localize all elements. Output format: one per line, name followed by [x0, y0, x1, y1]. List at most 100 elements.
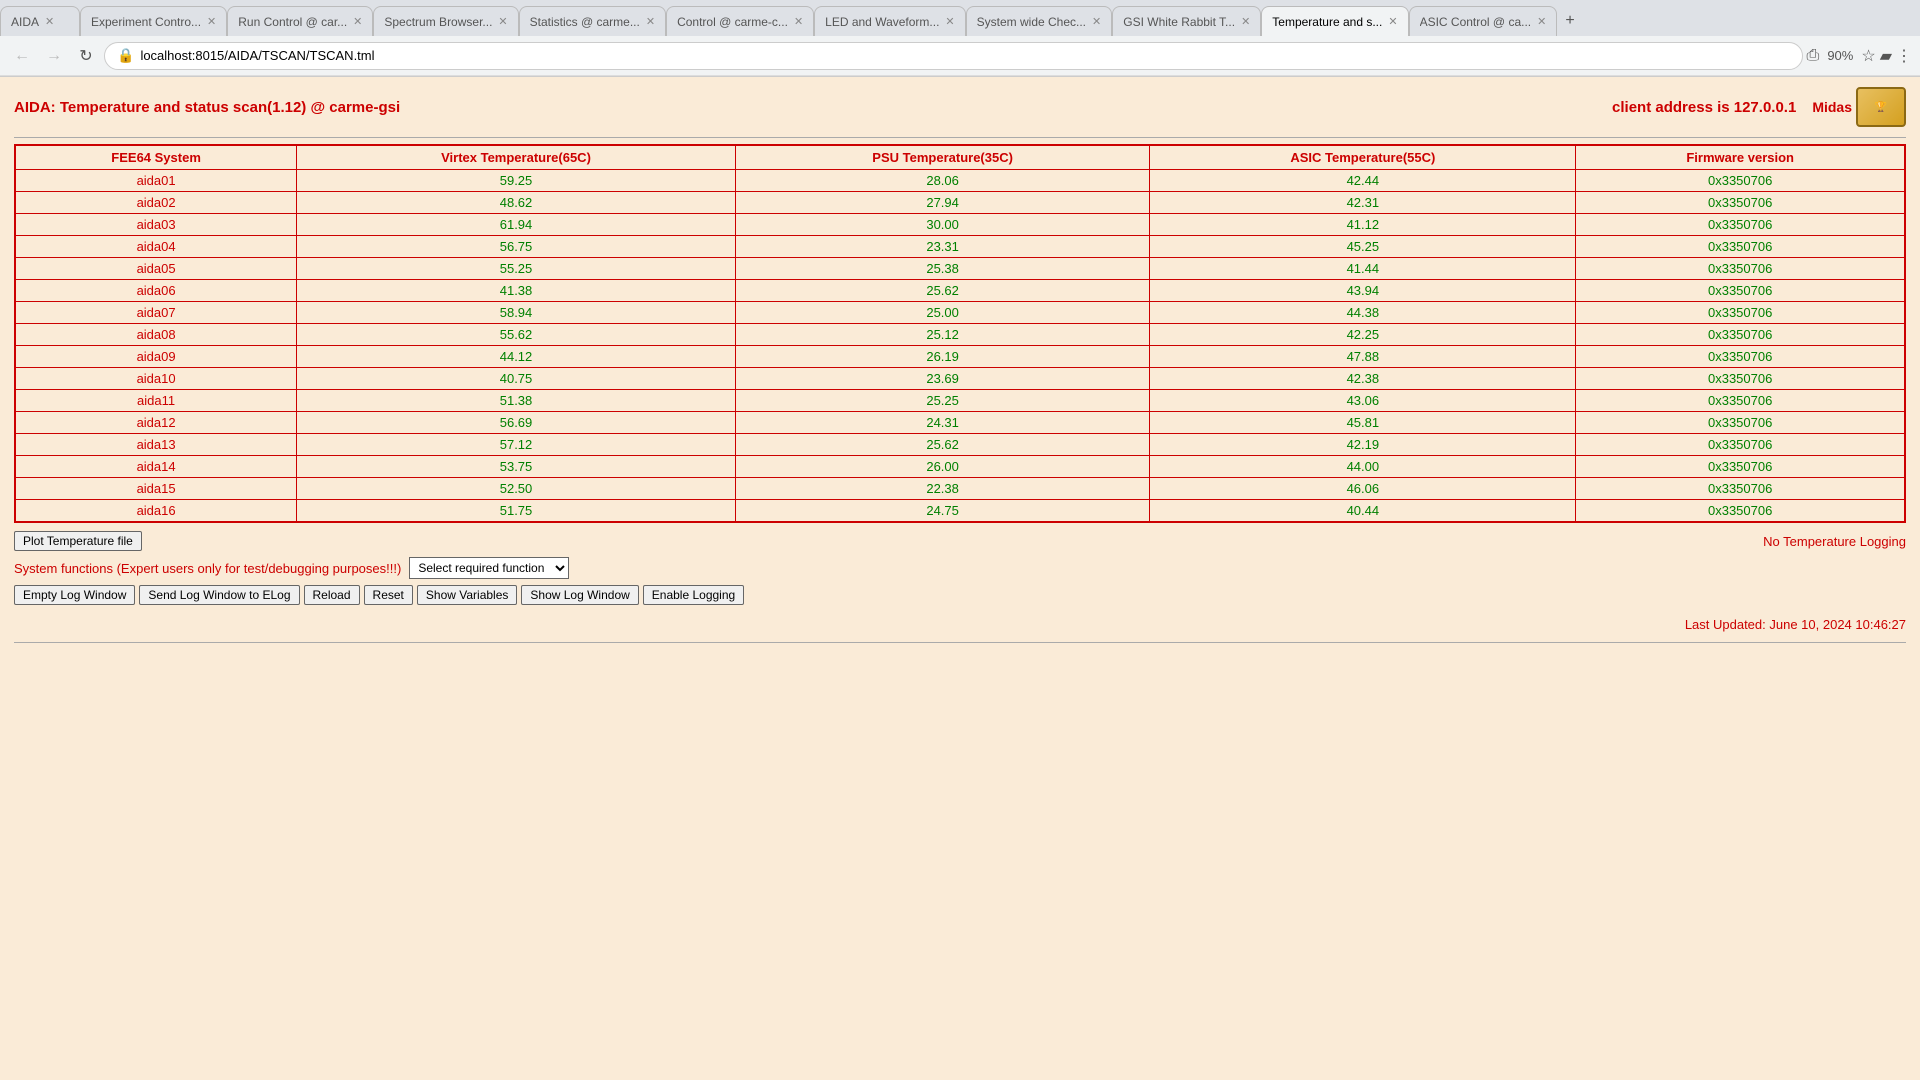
table-row: aida1256.6924.3145.810x3350706 [15, 412, 1905, 434]
table-row: aida0641.3825.6243.940x3350706 [15, 280, 1905, 302]
tab-spectrum-browser[interactable]: Spectrum Browser... ✕ [373, 6, 518, 36]
page-header: AIDA: Temperature and status scan(1.12) … [14, 87, 1906, 127]
back-button[interactable]: ← [8, 42, 36, 70]
cell-virtex: 53.75 [297, 456, 736, 478]
navigation-bar: ← → ↻ 🔒 ⎙ 90% ☆ ▰ ⋮ [0, 36, 1920, 76]
tab-close-icon[interactable]: ✕ [1241, 15, 1250, 28]
col-header-asic: ASIC Temperature(55C) [1150, 145, 1576, 170]
download-icon[interactable]: ⎙ [1807, 47, 1820, 65]
system-functions-row: System functions (Expert users only for … [14, 557, 1906, 579]
zoom-level: 90% [1823, 48, 1857, 63]
cell-psu: 28.06 [735, 170, 1150, 192]
tab-led-waveform[interactable]: LED and Waveform... ✕ [814, 6, 965, 36]
tab-control[interactable]: Control @ carme-c... ✕ [666, 6, 814, 36]
cell-virtex: 57.12 [297, 434, 736, 456]
menu-icon[interactable]: ⋮ [1896, 46, 1912, 66]
cell-asic: 42.38 [1150, 368, 1576, 390]
col-header-firmware: Firmware version [1576, 145, 1905, 170]
cell-asic: 43.94 [1150, 280, 1576, 302]
table-header-row: FEE64 System Virtex Temperature(65C) PSU… [15, 145, 1905, 170]
tab-close-icon[interactable]: ✕ [45, 15, 54, 28]
cell-asic: 43.06 [1150, 390, 1576, 412]
tab-temperature[interactable]: Temperature and s... ✕ [1261, 6, 1408, 36]
tab-close-icon[interactable]: ✕ [498, 15, 507, 28]
cell-system: aida06 [15, 280, 297, 302]
col-header-system: FEE64 System [15, 145, 297, 170]
tab-asic-control[interactable]: ASIC Control @ ca... ✕ [1409, 6, 1558, 36]
table-row: aida0361.9430.0041.120x3350706 [15, 214, 1905, 236]
cell-psu: 22.38 [735, 478, 1150, 500]
address-bar[interactable]: 🔒 [104, 42, 1803, 70]
address-input[interactable] [140, 48, 1789, 63]
table-row: aida0456.7523.3145.250x3350706 [15, 236, 1905, 258]
show-variables-button[interactable]: Show Variables [417, 585, 518, 605]
cell-firmware: 0x3350706 [1576, 324, 1905, 346]
midas-logo-box: 🏆 [1856, 87, 1906, 127]
cell-psu: 25.62 [735, 280, 1150, 302]
cell-asic: 42.25 [1150, 324, 1576, 346]
tab-experiment-control[interactable]: Experiment Contro... ✕ [80, 6, 227, 36]
cell-asic: 42.31 [1150, 192, 1576, 214]
cell-firmware: 0x3350706 [1576, 412, 1905, 434]
tab-close-icon[interactable]: ✕ [945, 15, 954, 28]
empty-log-button[interactable]: Empty Log Window [14, 585, 135, 605]
cell-virtex: 52.50 [297, 478, 736, 500]
table-row: aida1552.5022.3846.060x3350706 [15, 478, 1905, 500]
reload-button[interactable]: ↻ [72, 42, 100, 70]
cell-firmware: 0x3350706 [1576, 456, 1905, 478]
security-icon: 🔒 [117, 47, 134, 64]
page-title: AIDA: Temperature and status scan(1.12) … [14, 99, 400, 116]
plot-temperature-button[interactable]: Plot Temperature file [14, 531, 142, 551]
header-separator [14, 137, 1906, 138]
tab-aida[interactable]: AIDA ✕ [0, 6, 80, 36]
table-row: aida0248.6227.9442.310x3350706 [15, 192, 1905, 214]
cell-asic: 45.81 [1150, 412, 1576, 434]
tab-close-icon[interactable]: ✕ [207, 15, 216, 28]
cell-system: aida15 [15, 478, 297, 500]
cell-system: aida09 [15, 346, 297, 368]
reload-page-button[interactable]: Reload [304, 585, 360, 605]
tab-system-wide[interactable]: System wide Chec... ✕ [966, 6, 1113, 36]
forward-button[interactable]: → [40, 42, 68, 70]
tab-close-icon[interactable]: ✕ [1537, 15, 1546, 28]
tab-close-icon[interactable]: ✕ [353, 15, 362, 28]
cell-psu: 27.94 [735, 192, 1150, 214]
cell-system: aida01 [15, 170, 297, 192]
cell-psu: 25.25 [735, 390, 1150, 412]
enable-logging-button[interactable]: Enable Logging [643, 585, 744, 605]
cell-firmware: 0x3350706 [1576, 390, 1905, 412]
send-log-button[interactable]: Send Log Window to ELog [139, 585, 299, 605]
nav-right-controls: ⎙ 90% ☆ ▰ ⋮ [1807, 46, 1913, 66]
cell-firmware: 0x3350706 [1576, 434, 1905, 456]
bookmark-icon[interactable]: ☆ [1861, 46, 1875, 66]
cell-system: aida13 [15, 434, 297, 456]
table-row: aida0555.2525.3841.440x3350706 [15, 258, 1905, 280]
cell-firmware: 0x3350706 [1576, 170, 1905, 192]
tab-statistics[interactable]: Statistics @ carme... ✕ [519, 6, 666, 36]
extensions-icon[interactable]: ▰ [1880, 46, 1892, 66]
cell-virtex: 40.75 [297, 368, 736, 390]
cell-system: aida04 [15, 236, 297, 258]
tab-close-icon[interactable]: ✕ [646, 15, 655, 28]
cell-virtex: 59.25 [297, 170, 736, 192]
cell-firmware: 0x3350706 [1576, 368, 1905, 390]
cell-system: aida07 [15, 302, 297, 324]
reset-button[interactable]: Reset [364, 585, 413, 605]
tab-close-icon[interactable]: ✕ [1388, 15, 1397, 28]
table-row: aida0855.6225.1242.250x3350706 [15, 324, 1905, 346]
tab-close-icon[interactable]: ✕ [1092, 15, 1101, 28]
last-updated-row: Last Updated: June 10, 2024 10:46:27 [14, 617, 1906, 632]
show-log-button[interactable]: Show Log Window [521, 585, 638, 605]
cell-system: aida10 [15, 368, 297, 390]
table-row: aida0944.1226.1947.880x3350706 [15, 346, 1905, 368]
function-select[interactable]: Select required function [409, 557, 569, 579]
cell-psu: 24.31 [735, 412, 1150, 434]
temperature-table: FEE64 System Virtex Temperature(65C) PSU… [14, 144, 1906, 523]
tab-close-icon[interactable]: ✕ [794, 15, 803, 28]
tab-gsi-white-rabbit[interactable]: GSI White Rabbit T... ✕ [1112, 6, 1261, 36]
tab-run-control[interactable]: Run Control @ car... ✕ [227, 6, 373, 36]
cell-firmware: 0x3350706 [1576, 192, 1905, 214]
new-tab-button[interactable]: + [1557, 6, 1582, 36]
cell-virtex: 48.62 [297, 192, 736, 214]
cell-asic: 44.38 [1150, 302, 1576, 324]
